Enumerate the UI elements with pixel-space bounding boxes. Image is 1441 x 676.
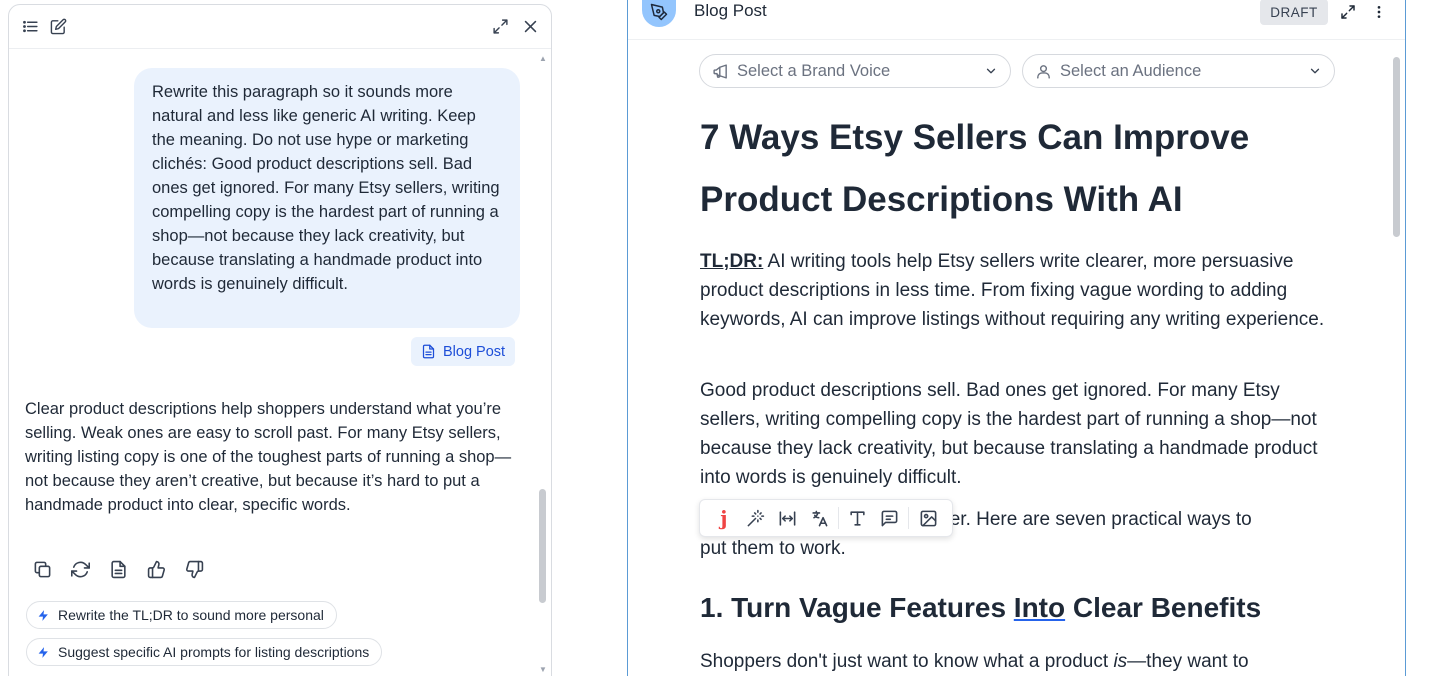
comment-icon[interactable] [874,503,906,533]
section-heading[interactable]: 1. Turn Vague Features Into Clear Benefi… [700,592,1261,624]
reply-actions [31,558,205,582]
insert-document-icon[interactable] [107,558,129,580]
app-root: ▲ ▼ Rewrite this paragraph so it sounds … [0,0,1441,676]
attachment-label: Blog Post [443,343,506,360]
assistant-reply: Clear product descriptions help shoppers… [25,400,512,514]
expand-width-icon[interactable] [771,503,803,533]
expand-icon[interactable] [1337,1,1359,23]
audience-select[interactable]: Select an Audience [1022,54,1335,88]
magic-wand-icon[interactable] [740,503,772,533]
list-icon[interactable] [19,15,41,37]
body-paragraph-line[interactable]: put them to work. [700,534,1340,563]
thumbs-down-icon[interactable] [183,558,205,580]
megaphone-icon [713,63,727,79]
header-divider [628,39,1405,40]
suggestion-chip[interactable]: Suggest specific AI prompts for listing … [26,638,383,666]
brand-voice-select[interactable]: Select a Brand Voice [699,54,1011,88]
article-heading[interactable]: 7 Ways Etsy Sellers Can Improve Product … [700,107,1300,231]
section-heading-underlined: Into [1013,592,1066,623]
lightning-icon [38,609,48,621]
suggestion-label: Rewrite the TL;DR to sound more personal [58,607,324,623]
toolbar-divider [837,507,839,529]
regenerate-icon[interactable] [69,558,91,580]
expand-icon[interactable] [489,15,511,37]
scroll-up-arrow[interactable]: ▲ [538,55,548,63]
lightning-icon [38,646,48,658]
scroll-down-arrow[interactable]: ▼ [538,666,548,674]
tldr-text: AI writing tools help Etsy sellers write… [700,251,1325,330]
editor-title: Blog Post [694,1,767,20]
floating-format-toolbar: j [699,499,953,537]
body-paragraph[interactable]: Good product descriptions sell. Bad ones… [700,376,1340,492]
close-icon[interactable] [519,15,541,37]
audience-placeholder: Select an Audience [1060,61,1202,80]
chevron-down-icon [1310,68,1320,74]
tldr-paragraph[interactable]: TL;DR: AI writing tools help Etsy seller… [700,247,1340,334]
user-message-bubble: Rewrite this paragraph so it sounds more… [134,68,520,328]
paragraph-tail: sier. Here are seven practical ways to [936,509,1252,530]
chat-scrollbar[interactable] [539,489,546,603]
chat-panel: ▲ ▼ Rewrite this paragraph so it sounds … [8,4,552,676]
pen-icon [642,0,676,27]
chevron-down-icon [986,68,996,74]
tldr-label: TL;DR: [700,251,764,272]
user-icon [1037,64,1050,79]
document-icon [422,344,435,359]
j-logo-icon[interactable]: j [708,503,740,533]
suggestion-chip[interactable]: Rewrite the TL;DR to sound more personal [26,601,337,629]
image-icon[interactable] [912,503,944,533]
paragraph-text: Shoppers don't just want to know what a … [700,651,1114,672]
copy-icon[interactable] [31,558,53,580]
thumbs-up-icon[interactable] [145,558,167,580]
section-heading-text: Clear Benefits [1065,592,1262,623]
toolbar-divider [908,507,910,529]
section-heading-text: 1. Turn Vague Features [700,592,1014,623]
brand-voice-placeholder: Select a Brand Voice [737,61,891,80]
text-format-icon[interactable] [842,503,874,533]
translate-icon[interactable] [803,503,835,533]
more-options-icon[interactable] [1368,1,1390,23]
paragraph-text: —they want to [1127,651,1249,672]
body-paragraph[interactable]: Shoppers don't just want to know what a … [700,647,1340,676]
attachment-chip[interactable]: Blog Post [411,337,516,366]
edit-icon[interactable] [47,15,69,37]
status-badge: DRAFT [1260,0,1328,25]
paragraph-emphasis: is [1113,651,1128,672]
chat-toolbar [9,5,551,49]
suggestion-label: Suggest specific AI prompts for listing … [58,644,370,660]
editor-panel: Blog Post DRAFT Select a Brand Voice Sel… [627,0,1406,676]
editor-scrollbar[interactable] [1393,57,1400,237]
